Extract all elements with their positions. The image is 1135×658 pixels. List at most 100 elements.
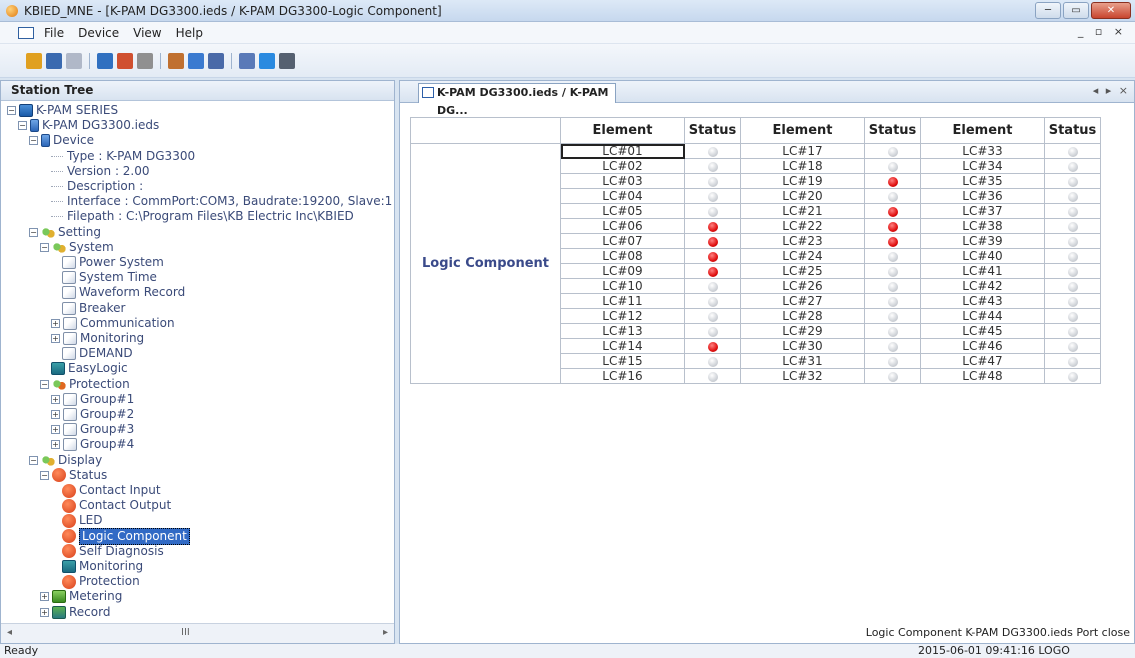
tab-navigation[interactable]: ◂ ▸ × [1093,84,1130,97]
minimize-button[interactable]: ─ [1035,2,1061,19]
collapse-icon[interactable]: − [40,242,49,252]
expand-icon[interactable]: + [51,425,60,435]
element-cell[interactable]: LC#15 [560,353,685,369]
element-cell[interactable]: LC#05 [560,203,685,219]
element-cell[interactable]: LC#01 [560,143,685,159]
element-cell[interactable]: LC#22 [740,218,865,234]
tree-node[interactable]: EasyLogic [51,361,128,376]
collapse-icon[interactable]: − [29,455,38,465]
element-cell[interactable]: LC#40 [920,248,1045,264]
tree-node[interactable]: Description : [51,179,143,194]
element-cell[interactable]: LC#24 [740,248,865,264]
tree-node[interactable]: − Status [40,468,107,483]
scroll-grip[interactable]: III [181,627,190,638]
grid-icon[interactable] [208,52,224,69]
expand-icon[interactable]: + [40,592,49,602]
tree-node[interactable]: Monitoring [62,559,143,574]
tree-node[interactable]: LED [62,513,103,528]
tree-node[interactable]: Protection [62,574,140,589]
tree-node[interactable]: + Metering [40,589,122,604]
element-cell[interactable]: LC#31 [740,353,865,369]
tree-node[interactable]: + Group#2 [51,407,134,422]
save-all-icon[interactable] [66,52,82,69]
collapse-icon[interactable]: − [29,227,38,237]
tree-node[interactable]: Breaker [62,301,125,316]
station-icon[interactable] [97,52,113,69]
collapse-icon[interactable]: − [7,106,16,115]
element-cell[interactable]: LC#34 [920,158,1045,174]
tree-node[interactable]: Waveform Record [62,285,185,300]
menu-file[interactable]: File [44,26,64,40]
tree-node[interactable]: + Group#3 [51,422,134,437]
expand-icon[interactable]: + [51,410,60,419]
tree-node[interactable]: + Group#4 [51,437,134,452]
element-cell[interactable]: LC#23 [740,233,865,249]
upload-icon[interactable] [168,52,184,69]
window-icon[interactable] [239,52,255,69]
element-cell[interactable]: LC#16 [560,368,685,384]
menu-view[interactable]: View [133,26,161,40]
element-cell[interactable]: LC#43 [920,293,1045,309]
element-cell[interactable]: LC#29 [740,323,865,339]
tree-node[interactable]: − Display [29,453,102,468]
tree-horizontal-scrollbar[interactable]: ◂ III ▸ [1,623,394,643]
tree-node[interactable]: − K-PAM DG3300.ieds [18,118,159,133]
element-cell[interactable]: LC#09 [560,263,685,279]
tree-node[interactable]: Power System [62,255,164,270]
element-cell[interactable]: LC#06 [560,218,685,234]
element-cell[interactable]: LC#27 [740,293,865,309]
element-cell[interactable]: LC#26 [740,278,865,294]
element-cell[interactable]: LC#17 [740,143,865,159]
element-cell[interactable]: LC#03 [560,173,685,189]
element-cell[interactable]: LC#41 [920,263,1045,279]
collapse-icon[interactable]: − [18,121,27,131]
collapse-icon[interactable]: − [40,470,49,480]
element-cell[interactable]: LC#19 [740,173,865,189]
tree-node[interactable]: Self Diagnosis [62,544,164,559]
element-cell[interactable]: LC#18 [740,158,865,174]
element-cell[interactable]: LC#07 [560,233,685,249]
tree-node[interactable]: − Setting [29,225,101,240]
element-cell[interactable]: LC#04 [560,188,685,204]
open-icon[interactable] [26,52,42,69]
element-cell[interactable]: LC#28 [740,308,865,324]
scroll-right-arrow[interactable]: ▸ [383,627,388,638]
tree-node[interactable]: + Communication [51,316,175,331]
element-cell[interactable]: LC#25 [740,263,865,279]
tree-node[interactable]: + Group#1 [51,392,134,407]
element-cell[interactable]: LC#20 [740,188,865,204]
element-cell[interactable]: LC#44 [920,308,1045,324]
element-cell[interactable]: LC#13 [560,323,685,339]
close-button[interactable]: ✕ [1091,2,1131,19]
element-cell[interactable]: LC#47 [920,353,1045,369]
more-icon[interactable] [279,52,295,69]
element-cell[interactable]: LC#32 [740,368,865,384]
expand-icon[interactable]: + [51,394,60,404]
element-cell[interactable]: LC#48 [920,368,1045,384]
disconnect-icon[interactable] [137,52,153,69]
element-cell[interactable]: LC#39 [920,233,1045,249]
tree-node[interactable]: Filepath : C:\Program Files\KB Electric … [51,209,354,224]
tree-node[interactable]: Contact Input [62,483,161,498]
element-cell[interactable]: LC#14 [560,338,685,354]
expand-icon[interactable]: + [51,440,60,450]
element-cell[interactable]: LC#21 [740,203,865,219]
expand-icon[interactable]: + [40,607,49,617]
tree-node[interactable]: + Monitoring [51,331,144,346]
menu-help[interactable]: Help [176,26,203,40]
collapse-icon[interactable]: − [29,136,38,146]
element-cell[interactable]: LC#02 [560,158,685,174]
element-cell[interactable]: LC#10 [560,278,685,294]
save-icon[interactable] [46,52,62,69]
element-cell[interactable]: LC#35 [920,173,1045,189]
restore-button[interactable]: ▭ [1063,2,1089,19]
tree-node[interactable]: − Protection [40,377,130,392]
collapse-icon[interactable]: − [40,379,49,389]
tree-node[interactable]: Interface : CommPort:COM3, Baudrate:1920… [51,194,392,209]
tree-node[interactable]: Contact Output [62,498,171,513]
document-icon[interactable] [18,26,34,39]
menu-device[interactable]: Device [78,26,119,40]
tree-node[interactable]: DEMAND [62,346,133,361]
expand-icon[interactable]: + [51,334,60,343]
expand-icon[interactable]: + [51,318,60,328]
